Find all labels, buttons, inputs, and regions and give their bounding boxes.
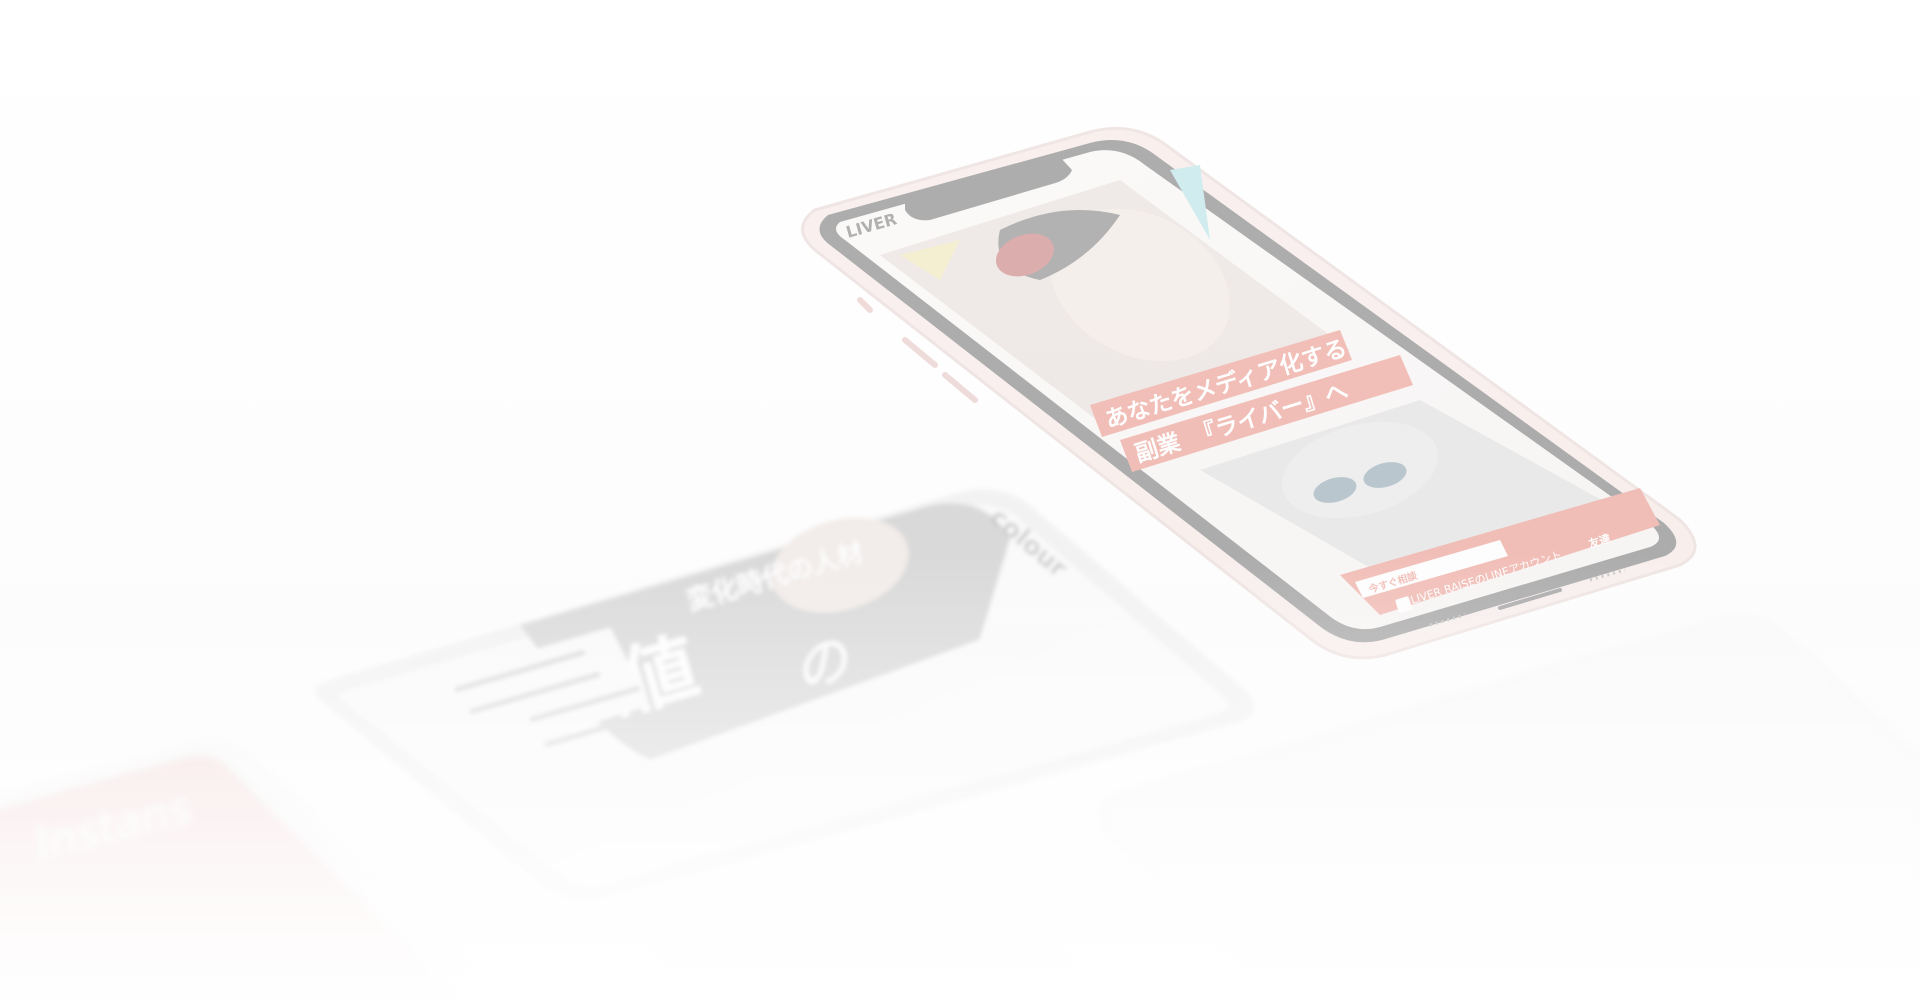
- mockup-stage: Instans colour 変化時代の人材 価値 の: [0, 0, 1920, 1006]
- phone-mockups-illustration: Instans colour 変化時代の人材 価値 の: [0, 0, 1920, 1006]
